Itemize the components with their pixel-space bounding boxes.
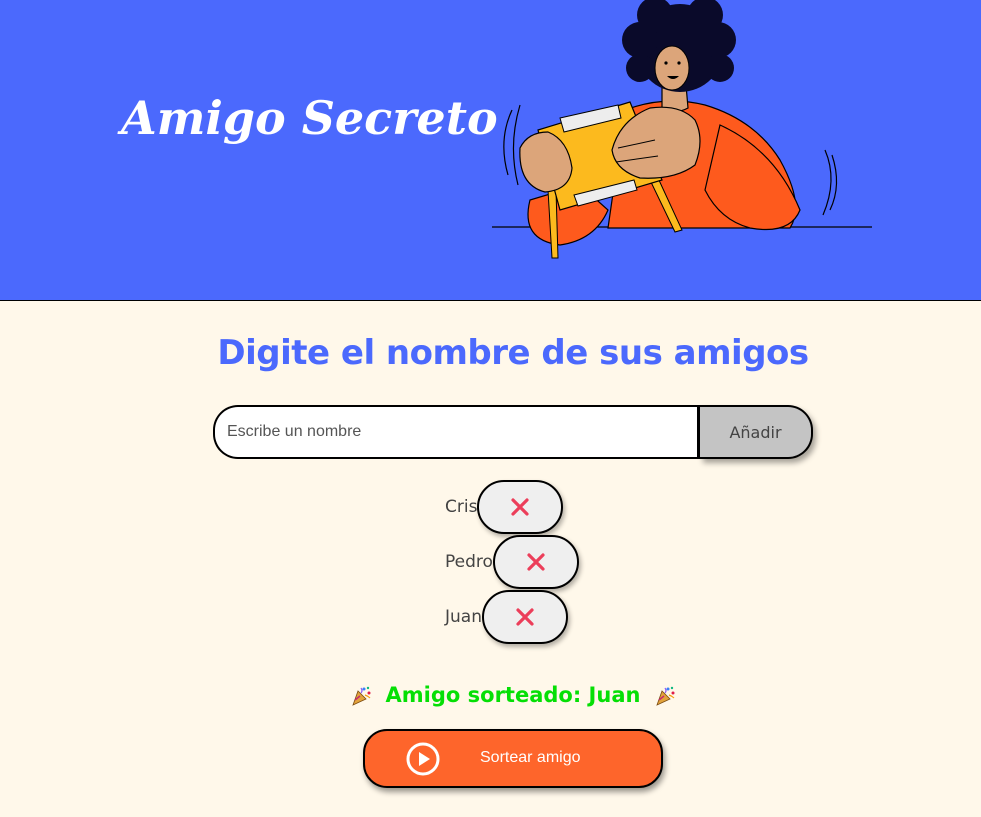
draw-friend-button[interactable]: Sortear amigo xyxy=(363,729,663,788)
remove-friend-button[interactable] xyxy=(477,480,564,534)
remove-friend-button[interactable] xyxy=(481,590,568,644)
header: Amigo Secreto xyxy=(0,0,981,301)
result-text: Amigo sorteado: Juan xyxy=(385,683,641,707)
friend-name: Juan xyxy=(445,607,482,627)
person-holding-gift-illustration xyxy=(492,0,872,259)
party-popper-icon xyxy=(656,686,675,706)
draw-result: Amigo sorteado: Juan xyxy=(0,679,981,711)
close-icon xyxy=(511,498,530,516)
close-icon xyxy=(527,553,545,571)
add-button[interactable]: Añadir xyxy=(700,405,813,459)
list-item: Juan xyxy=(445,590,568,644)
section-title: Digite el nombre de sus amigos xyxy=(217,333,809,373)
list-item: Cris xyxy=(445,480,564,534)
friend-name: Cris xyxy=(445,497,478,517)
add-friend-form: Añadir xyxy=(213,405,813,459)
remove-friend-button[interactable] xyxy=(492,535,579,589)
friend-name-input[interactable] xyxy=(213,405,700,459)
play-circle-icon xyxy=(406,742,440,776)
draw-button-label: Sortear amigo xyxy=(480,749,581,766)
close-icon xyxy=(516,608,534,626)
list-item: Pedro xyxy=(445,535,579,589)
friend-name: Pedro xyxy=(445,552,493,572)
party-popper-icon xyxy=(352,686,371,706)
app-title: Amigo Secreto xyxy=(121,91,498,145)
